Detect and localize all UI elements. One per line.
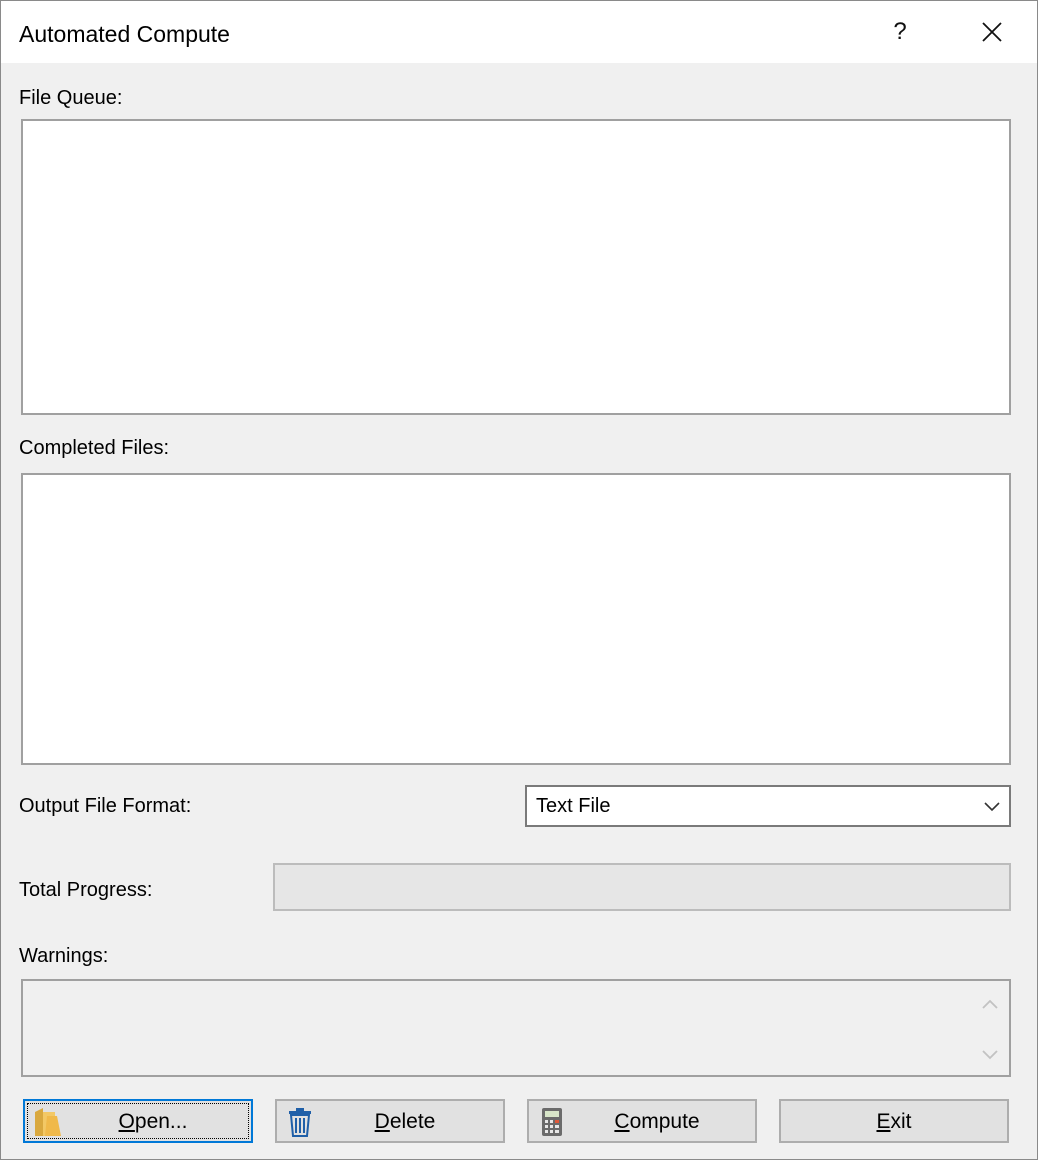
folder-icon (35, 1108, 61, 1136)
compute-button[interactable]: Compute (527, 1099, 757, 1143)
completed-files-list[interactable] (21, 473, 1011, 765)
warnings-box[interactable] (21, 979, 1011, 1077)
compute-button-label: Compute (614, 1110, 700, 1133)
output-format-select[interactable]: Text File (525, 785, 1011, 827)
delete-button[interactable]: Delete (275, 1099, 505, 1143)
chevron-down-icon[interactable] (979, 1043, 1001, 1065)
open-button[interactable]: Open... (23, 1099, 253, 1143)
exit-button-label: Exit (876, 1110, 912, 1133)
total-progress-bar (273, 863, 1011, 911)
title-bar: Automated Compute ? (1, 1, 1037, 63)
open-button-label: Open... (118, 1110, 188, 1133)
window-title: Automated Compute (19, 21, 230, 47)
total-progress-label: Total Progress: (19, 879, 153, 901)
dialog-window: Automated Compute ? File Queue: Complete… (0, 0, 1038, 1160)
output-format-label: Output File Format: (19, 795, 192, 817)
completed-files-label: Completed Files: (19, 437, 170, 459)
warnings-label: Warnings: (19, 945, 109, 967)
warnings-scrollbar[interactable] (973, 983, 1007, 1073)
chevron-down-icon (984, 802, 1000, 812)
delete-button-label: Delete (374, 1110, 436, 1133)
chevron-up-icon[interactable] (979, 993, 1001, 1015)
file-queue-label: File Queue: (19, 87, 123, 109)
file-queue-list[interactable] (21, 119, 1011, 415)
output-format-value: Text File (536, 795, 611, 817)
close-icon (982, 22, 1002, 42)
warnings-text (29, 985, 969, 1071)
close-button[interactable] (969, 9, 1015, 55)
help-button[interactable]: ? (877, 9, 923, 55)
exit-button[interactable]: Exit (779, 1099, 1009, 1143)
